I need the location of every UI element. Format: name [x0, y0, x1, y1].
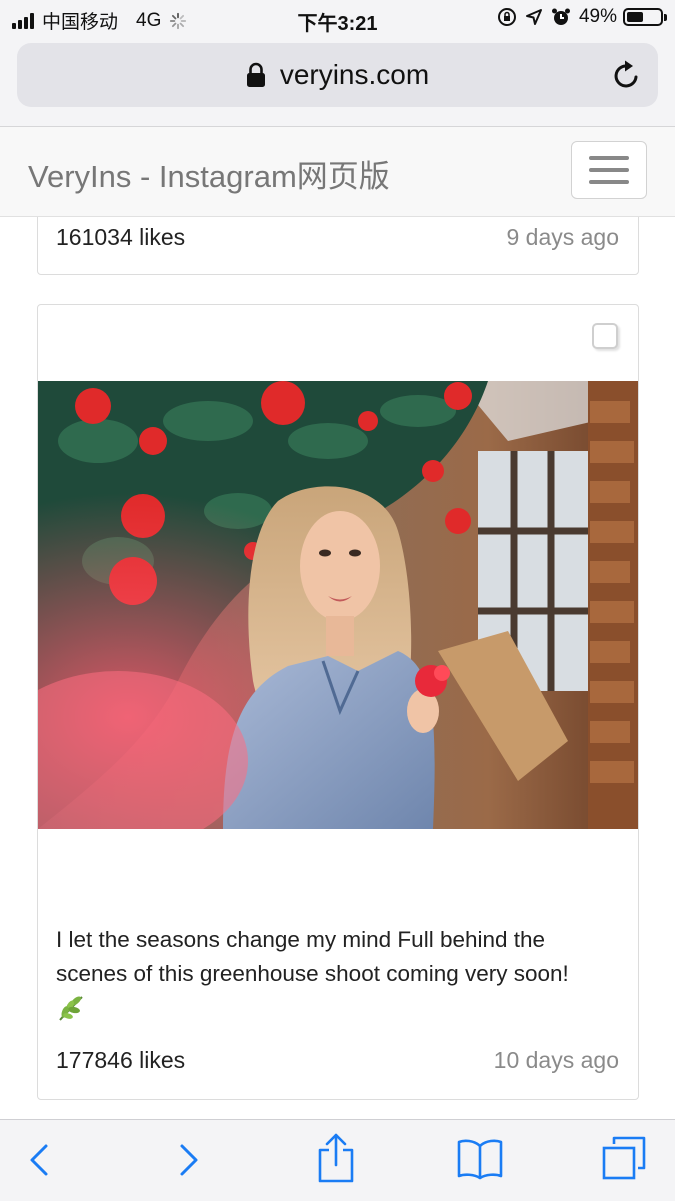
- post-photo[interactable]: [38, 381, 638, 829]
- lock-icon: [246, 62, 265, 87]
- select-checkbox[interactable]: [592, 323, 618, 349]
- share-icon[interactable]: [316, 1132, 356, 1184]
- post-caption: I let the seasons change my mind Full be…: [56, 923, 622, 1023]
- battery-percent: 49%: [578, 6, 617, 27]
- menu-toggle-button[interactable]: [571, 141, 647, 199]
- caption-text: I let the seasons change my mind Full be…: [56, 927, 569, 986]
- site-brand[interactable]: VeryIns - Instagram网页版: [28, 151, 390, 196]
- post-meta: 177846 likes 10 days ago: [56, 1047, 619, 1074]
- forward-icon[interactable]: [176, 1138, 202, 1182]
- post-date: 10 days ago: [493, 1047, 619, 1073]
- post-card: 161034 likes 9 days ago: [37, 217, 639, 275]
- site-navbar: VeryIns - Instagram网页版: [0, 127, 675, 217]
- orientation-lock-icon: [497, 8, 516, 26]
- alarm-clock-icon: [551, 8, 570, 25]
- likes-count: 161034 likes: [56, 224, 186, 250]
- location-arrow-icon: [525, 9, 542, 25]
- bookmarks-icon[interactable]: [456, 1136, 504, 1180]
- post-card: I let the seasons change my mind Full be…: [37, 304, 639, 1100]
- status-bar: 中国移动 4G 下午3:21 49%: [0, 0, 675, 38]
- herb-leaf-icon: [59, 996, 83, 1021]
- post-meta: 161034 likes 9 days ago: [56, 224, 619, 251]
- address-bar[interactable]: veryins.com: [17, 43, 658, 107]
- reload-icon[interactable]: [612, 59, 642, 91]
- feed: 161034 likes 9 days ago I let the season…: [0, 217, 675, 1119]
- back-icon[interactable]: [26, 1138, 52, 1182]
- url-text[interactable]: veryins.com: [280, 59, 429, 91]
- likes-count: 177846 likes: [56, 1047, 186, 1073]
- battery-icon: [623, 8, 667, 26]
- status-right: 49%: [497, 6, 667, 28]
- tabs-icon[interactable]: [600, 1134, 648, 1182]
- photo-image: [38, 381, 638, 829]
- hamburger-icon: [589, 156, 629, 160]
- post-date: 9 days ago: [506, 224, 619, 250]
- browser-header: veryins.com: [0, 38, 675, 127]
- browser-toolbar: [0, 1119, 675, 1201]
